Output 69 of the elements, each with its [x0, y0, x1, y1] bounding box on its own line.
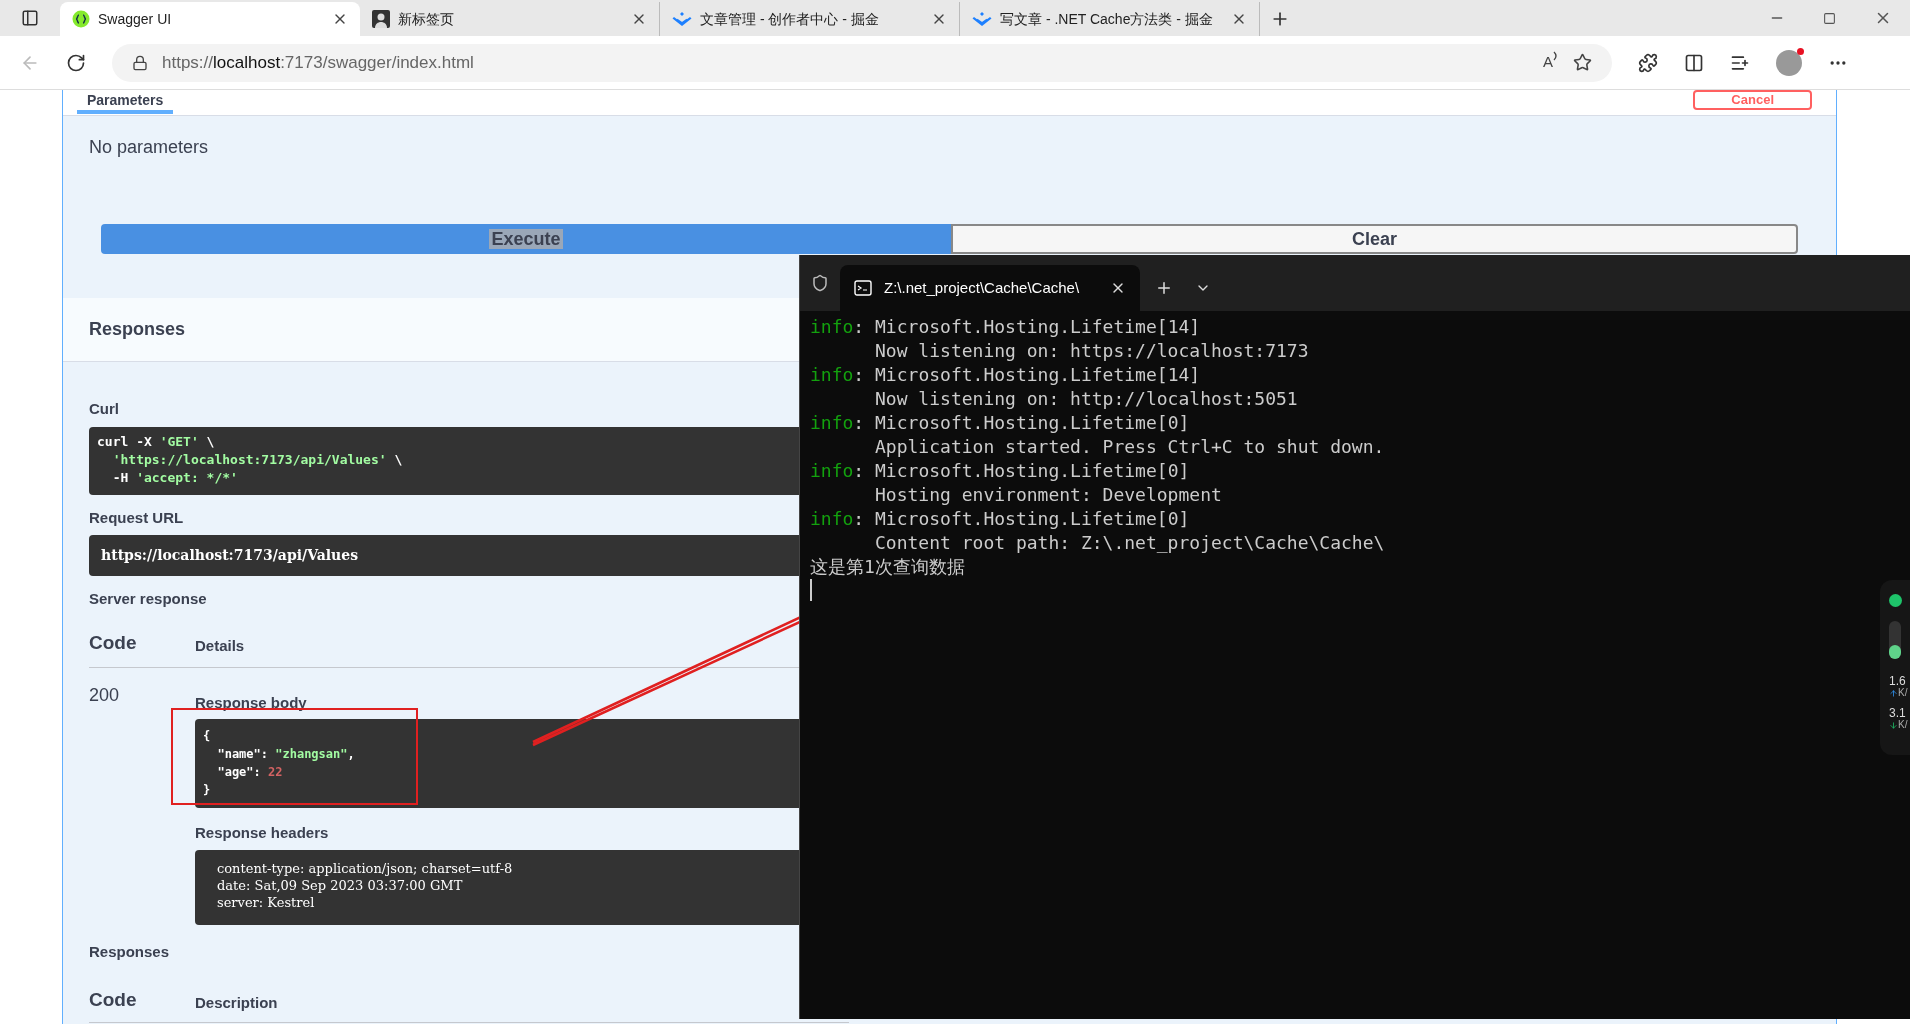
details-heading: Details [195, 635, 245, 656]
shield-icon [811, 274, 829, 292]
log-line: Application started. Press Ctrl+C to shut down. [874, 435, 1385, 459]
terminal-tab[interactable]: Z:\.net_project\Cache\Cache\ [840, 265, 1140, 311]
server-response-label: Server response [89, 589, 207, 609]
curl-label: Curl [89, 399, 119, 419]
parameters-tab[interactable]: Parameters [77, 90, 174, 114]
header-line: server: Kestrel [217, 894, 315, 911]
log-line: info: Microsoft.Hosting.Lifetime[0] [810, 411, 1191, 435]
log-line: Now listening on: http://localhost:5051 [874, 387, 1298, 411]
download-arrow-icon [1889, 720, 1898, 730]
response-headers-label: Response headers [195, 822, 329, 843]
header-line: content-type: application/json; charset=utf-8 [217, 860, 513, 877]
no-parameters-text: No parameters [89, 137, 209, 157]
upload-arrow-icon [1889, 688, 1898, 698]
log-line: info: Microsoft.Hosting.Lifetime[0] [810, 459, 1191, 483]
log-line: Now listening on: https://localhost:7173 [874, 339, 1309, 363]
new-tab-icon[interactable] [1155, 279, 1173, 297]
speed-unit: K/ [1898, 719, 1908, 731]
request-url-label: Request URL [89, 507, 184, 528]
status-code: 200 [89, 684, 121, 707]
code-line: "age": 22 [216, 763, 283, 781]
code-line: curl -X 'GET' \ [97, 432, 215, 451]
header-line: date: Sat,09 Sep 2023 03:37:00 GMT [217, 877, 463, 894]
diamond-logo-icon [972, 11, 992, 27]
speed-unit: K/ [1898, 687, 1908, 699]
tab-title: Swagger UI [98, 9, 173, 29]
avatar-icon [372, 10, 390, 28]
tab-title: 写文章 - .NET Cache方法类 - 掘金 [1000, 9, 1214, 29]
log-line: info: Microsoft.Hosting.Lifetime[14] [810, 363, 1202, 387]
responses-label: Responses [89, 942, 170, 962]
code-line: } [203, 781, 211, 799]
split-screen-icon[interactable] [1684, 52, 1704, 73]
profile-avatar[interactable] [1776, 49, 1802, 76]
text-cursor [810, 579, 812, 601]
description-heading: Description [195, 992, 278, 1013]
code-line: { [203, 727, 211, 745]
download-speed: 3.1 [1889, 707, 1907, 719]
execute-button[interactable]: Execute [101, 224, 951, 254]
favorite-icon[interactable] [1573, 53, 1592, 72]
log-line: info: Microsoft.Hosting.Lifetime[14] [810, 315, 1202, 339]
code-line: 'https://localhost:7173/api/Values' \ [111, 450, 403, 469]
reload-icon[interactable] [66, 52, 86, 73]
code-heading: Code [89, 630, 138, 655]
tab-title: 新标签页 [398, 9, 455, 29]
browser-tab[interactable]: Swagger UI [60, 2, 360, 36]
upload-speed: 1.6 [1889, 675, 1907, 687]
extensions-icon[interactable] [1638, 52, 1658, 73]
code-line: "name": "zhangsan", [216, 745, 355, 763]
log-line: Content root path: Z:\.net_project\Cache\Cache\ [874, 531, 1385, 555]
lock-icon [132, 54, 148, 71]
address-bar[interactable]: https://localhost:7173/swagger/index.html A [112, 43, 1612, 82]
clear-button[interactable]: Clear [951, 224, 1798, 254]
console-icon [854, 280, 872, 296]
code-line: -H 'accept: */*' [111, 468, 238, 487]
sidebar-toggle-icon[interactable] [21, 9, 39, 27]
log-line: 这是第1次查询数据 [810, 555, 965, 579]
swagger-logo-icon [72, 10, 90, 28]
responses-title: Responses [89, 318, 186, 341]
maximize-icon[interactable] [1823, 11, 1836, 25]
response-body-label: Response body [195, 693, 307, 713]
url-text: https://localhost:7173/swagger/index.html [162, 51, 475, 74]
tab-title: 文章管理 - 创作者中心 - 掘金 [700, 9, 880, 29]
code-heading: Code [89, 987, 138, 1012]
log-line: info: Microsoft.Hosting.Lifetime[0] [810, 507, 1191, 531]
log-line: Hosting environment: Development [874, 483, 1222, 507]
memory-gauge [1889, 621, 1901, 659]
terminal-tab-title: Z:\.net_project\Cache\Cache\ [884, 277, 1081, 298]
diamond-logo-icon [672, 11, 692, 27]
